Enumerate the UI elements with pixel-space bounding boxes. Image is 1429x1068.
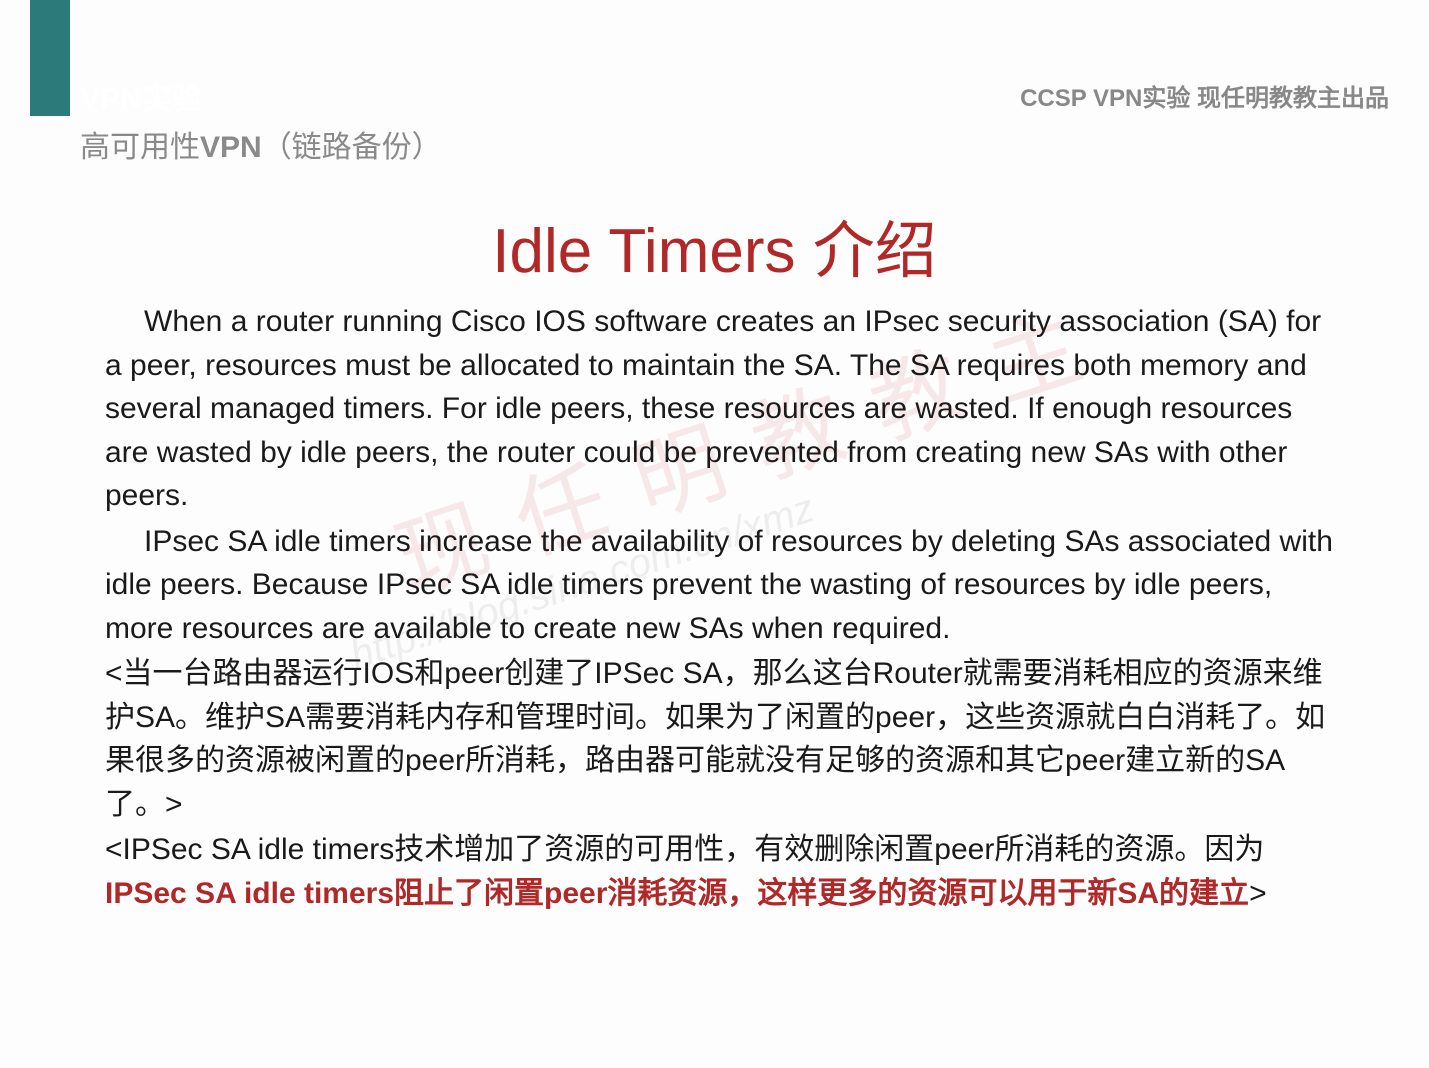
subtitle-bold: VPN <box>200 131 262 164</box>
paragraph-cn-2: <IPSec SA idle timers技术增加了资源的可用性，有效删除闲置p… <box>105 828 1334 915</box>
paragraph-en-2: IPsec SA idle timers increase the availa… <box>105 520 1334 651</box>
cn2-part-a: <IPSec SA idle timers技术增加了资源的可用性，有效删除闲置p… <box>105 833 1264 866</box>
page-title: Idle Timers 介绍 <box>0 200 1429 290</box>
subtitle-prefix: 高可用性 <box>80 131 200 164</box>
header-subtitle: 高可用性VPN（链路备份） <box>80 122 442 166</box>
header-right-text: CCSP VPN实验 现任明教教主出品 <box>1020 78 1389 113</box>
header: VPN实验 CCSP VPN实验 现任明教教主出品 <box>30 68 1389 116</box>
body-content: When a router running Cisco IOS software… <box>105 300 1334 915</box>
accent-bar-top <box>30 0 70 68</box>
paragraph-en-1: When a router running Cisco IOS software… <box>105 300 1334 518</box>
accent-bar-header <box>30 68 70 116</box>
subtitle-suffix: （链路备份） <box>262 131 442 164</box>
paragraph-cn-1: <当一台路由器运行IOS和peer创建了IPSec SA，那么这台Router就… <box>105 652 1334 826</box>
header-left-title: VPN实验 <box>80 74 202 118</box>
cn2-emphasis: IPSec SA idle timers阻止了闲置peer消耗资源，这样更多的资… <box>105 877 1249 910</box>
cn2-part-b: > <box>1249 877 1267 910</box>
